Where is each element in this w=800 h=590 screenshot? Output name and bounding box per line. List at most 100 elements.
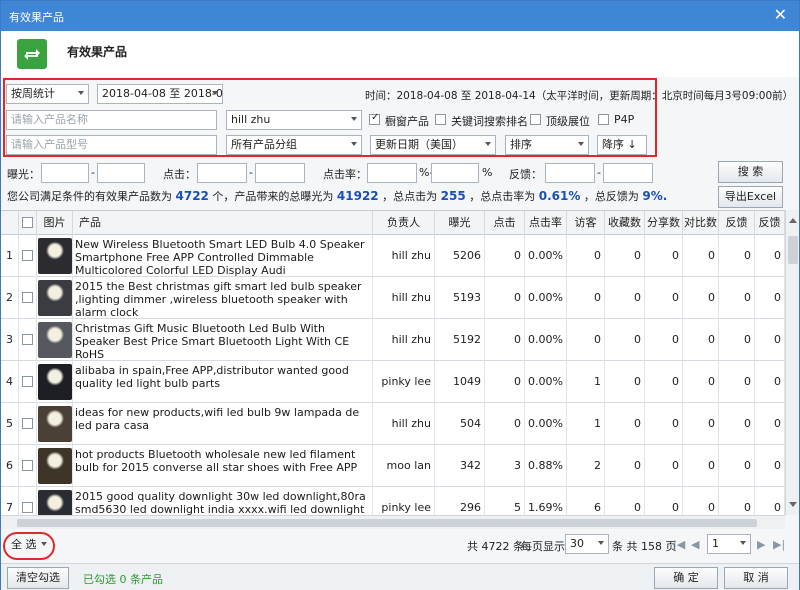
cancel-button[interactable]: 取 消 [724,567,788,589]
page-number-select[interactable]: 1 [707,534,751,554]
row-index: 7 [1,487,19,515]
ctr-label: 点击率： [323,168,367,181]
row-index: 1 [1,235,19,277]
product-thumbnail[interactable] [38,490,72,515]
ctr-max-input[interactable] [431,163,479,183]
product-title[interactable]: 2015 the Best christmas gift smart led b… [73,277,373,319]
header-clicks[interactable]: 点击 [485,211,525,235]
prev-page-icon[interactable]: ◀ [691,538,699,551]
top-position-checkbox[interactable] [530,114,541,125]
next-page-icon[interactable]: ▶ [757,538,765,551]
row-checkbox[interactable] [22,334,33,345]
header-feedback[interactable]: 反馈 [719,211,755,235]
row-ctr: 0.00% [525,319,567,361]
date-range-picker[interactable]: 2018-04-08 至 2018-04-14 [97,84,223,104]
last-page-icon[interactable]: ▶| [773,538,785,551]
row-shares: 0 [645,487,683,515]
product-thumbnail[interactable] [38,280,72,316]
scroll-thumb[interactable] [788,236,798,264]
row-checkbox[interactable] [22,292,33,303]
row-checkbox[interactable] [22,460,33,471]
row-checkbox[interactable] [22,418,33,429]
select-all-header-checkbox[interactable] [22,217,33,228]
header-ctr[interactable]: 点击率 [525,211,567,235]
time-info: 时间：2018-04-08 至 2018-04-14（太平洋时间，更新周期：北京… [365,90,794,102]
product-title[interactable]: ideas for new products,wifi led bulb 9w … [73,403,373,445]
scroll-down-icon[interactable] [789,502,797,507]
row-ctr: 0.00% [525,403,567,445]
exposure-min-input[interactable] [41,163,89,183]
row-checkbox[interactable] [22,250,33,261]
row-ctr: 0.00% [525,277,567,319]
p4p-checkbox[interactable] [598,114,609,125]
header-checkbox-cell [19,211,37,235]
row-ctr: 0.88% [525,445,567,487]
ok-button[interactable]: 确 定 [654,567,718,589]
window-product-checkbox[interactable]: ✓ [369,112,380,125]
header-feedback-2[interactable]: 反馈 [755,211,785,235]
header-product[interactable]: 产品 [73,211,373,235]
product-title[interactable]: 2015 good quality downlight 30w led down… [73,487,373,515]
clear-selection-button[interactable]: 清空勾选 [7,567,69,589]
table-row[interactable]: 4 alibaba in spain,Free APP,distributor w… [1,361,785,403]
table-row[interactable]: 2 2015 the Best christmas gift smart led … [1,277,785,319]
feedback-max-input[interactable] [603,163,653,183]
sort-select[interactable]: 排序 [505,135,589,155]
refresh-logo-icon [17,39,47,69]
window-product-label: 橱窗产品 [385,115,429,128]
vertical-scrollbar[interactable] [785,210,799,515]
horizontal-scroll-thumb[interactable] [17,519,757,527]
product-title[interactable]: Christmas Gift Music Bluetooth Led Bulb … [73,319,373,361]
row-checkbox[interactable] [22,502,33,513]
product-title[interactable]: New Wireless Bluetooth Smart LED Bulb 4.… [73,235,373,277]
header-shares[interactable]: 分享数 [645,211,683,235]
row-favorites: 0 [605,403,645,445]
table-row[interactable]: 1 New Wireless Bluetooth Smart LED Bulb 4… [1,235,785,277]
product-name-input[interactable]: 请输入产品名称 [6,110,217,130]
owner-select[interactable]: hill zhu [226,110,362,130]
horizontal-scrollbar[interactable] [1,515,785,529]
product-thumbnail[interactable] [38,322,72,358]
product-title[interactable]: alibaba in spain,Free APP,distributor wa… [73,361,373,403]
update-date-select[interactable]: 更新日期（美国） [370,135,496,155]
search-button[interactable]: 搜 索 [718,161,783,183]
exposure-max-input[interactable] [97,163,145,183]
row-ctr: 0.00% [525,361,567,403]
title-bar[interactable]: 有效果产品 ✕ [1,1,799,31]
header-visitors[interactable]: 访客 [567,211,605,235]
exposure-label: 曝光： [7,168,40,181]
model-input[interactable]: 请输入产品型号 [6,135,217,155]
header-owner[interactable]: 负责人 [373,211,435,235]
table-row[interactable]: 7 2015 good quality downlight 30w led dow… [1,487,785,515]
product-thumbnail[interactable] [38,238,72,274]
scroll-up-icon[interactable] [789,218,797,223]
product-title[interactable]: hot products Bluetooth wholesale new led… [73,445,373,487]
row-exposure: 5192 [435,319,485,361]
feedback-min-input[interactable] [545,163,595,183]
first-page-icon[interactable]: |◀ [673,538,685,551]
row-ctr: 1.69% [525,487,567,515]
header-favorites[interactable]: 收藏数 [605,211,645,235]
table-row[interactable]: 6 hot products Bluetooth wholesale new le… [1,445,785,487]
keyword-rank-checkbox[interactable] [435,114,446,125]
row-index: 2 [1,277,19,319]
ctr-min-input[interactable] [367,163,417,183]
period-select[interactable]: 按周统计 [6,84,89,104]
row-checkbox[interactable] [22,376,33,387]
click-min-input[interactable] [197,163,247,183]
product-thumbnail[interactable] [38,406,72,442]
export-excel-button[interactable]: 导出Excel [718,186,783,208]
per-page-select[interactable]: 30 [565,534,609,554]
select-all-dropdown[interactable]: 全 选 [7,536,51,556]
group-select[interactable]: 所有产品分组 [226,135,362,155]
order-select[interactable]: 降序 ↓ [597,135,647,155]
header-compares[interactable]: 对比数 [683,211,719,235]
row-image-cell [37,235,73,277]
click-max-input[interactable] [255,163,305,183]
product-thumbnail[interactable] [38,364,72,400]
header-exposure[interactable]: 曝光 [435,211,485,235]
table-row[interactable]: 3 Christmas Gift Music Bluetooth Led Bulb… [1,319,785,361]
table-row[interactable]: 5 ideas for new products,wifi led bulb 9w… [1,403,785,445]
product-thumbnail[interactable] [38,448,72,484]
close-icon[interactable]: ✕ [774,5,787,24]
